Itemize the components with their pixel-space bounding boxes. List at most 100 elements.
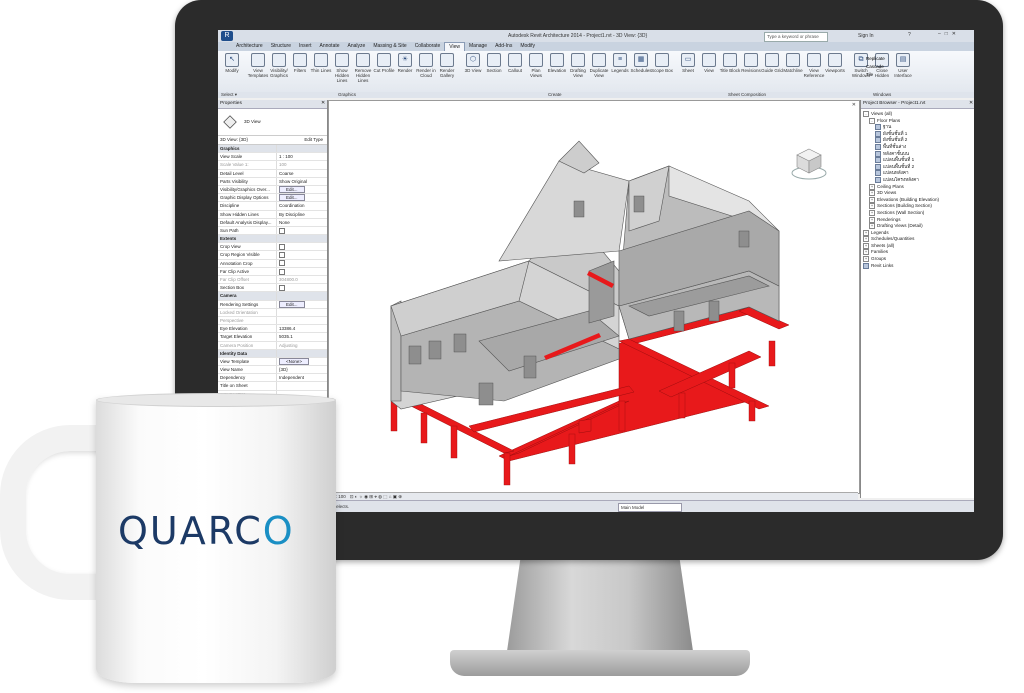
- view-reference-button[interactable]: View Reference: [803, 53, 825, 78]
- schedules-button[interactable]: ▦ Schedules: [630, 53, 652, 73]
- search-input[interactable]: Type a keyword or phrase: [764, 32, 828, 42]
- browser-node[interactable]: + Ceiling Plans: [863, 183, 974, 191]
- expand-icon[interactable]: +: [863, 236, 869, 243]
- browser-node[interactable]: แปลนหลังคา: [863, 170, 974, 177]
- checkbox-icon[interactable]: [279, 252, 285, 259]
- expand-icon[interactable]: +: [869, 203, 875, 210]
- visibility-graphics-button[interactable]: Visibility/ Graphics: [268, 53, 290, 78]
- close-icon[interactable]: ✕: [969, 100, 973, 108]
- browser-node[interactable]: แปลนพื้นชั้นที่ 1: [863, 157, 974, 164]
- property-checkbox[interactable]: [277, 284, 327, 291]
- browser-node[interactable]: + Sheets (all): [863, 242, 974, 250]
- edit-type-button[interactable]: Edit Type: [304, 136, 323, 144]
- section-button[interactable]: Section: [483, 53, 505, 73]
- matchline-button[interactable]: Matchline: [782, 53, 804, 73]
- browser-node[interactable]: แปลนพื้นชั้นที่ 2: [863, 163, 974, 171]
- browser-node[interactable]: - Floor Plans: [863, 117, 974, 125]
- cascade-button[interactable]: Cascade: [866, 63, 885, 71]
- browser-node[interactable]: + Families: [863, 249, 974, 256]
- tab-collaborate[interactable]: Collaborate: [411, 42, 445, 51]
- tab-structure[interactable]: Structure: [267, 42, 295, 51]
- remove-hidden-lines-button[interactable]: Remove Hidden Lines: [352, 53, 374, 83]
- browser-node[interactable]: + Sections (Wall Section): [863, 209, 974, 217]
- browser-node[interactable]: ผังชั้นชั้นที่ 2: [863, 137, 974, 144]
- close-icon[interactable]: ✕: [321, 100, 325, 108]
- property-value[interactable]: [277, 309, 327, 316]
- checkbox-icon[interactable]: [279, 268, 285, 275]
- browser-node[interactable]: ฐาน: [863, 124, 974, 131]
- browser-node[interactable]: +3D Views: [863, 190, 974, 197]
- property-checkbox[interactable]: [277, 268, 327, 275]
- user-interface-button[interactable]: ▤ User Interface: [892, 53, 914, 78]
- browser-node[interactable]: Revit Links: [863, 262, 974, 270]
- tab-massing-site[interactable]: Massing & Site: [369, 42, 410, 51]
- cut-profile-button[interactable]: Cut Profile: [373, 53, 395, 73]
- sheet-button[interactable]: ▭ Sheet: [677, 53, 699, 73]
- expand-icon[interactable]: +: [863, 242, 869, 249]
- view-button[interactable]: View: [698, 53, 720, 73]
- active-model-dropdown[interactable]: Main Model: [618, 503, 682, 512]
- collapse-icon[interactable]: -: [863, 111, 869, 117]
- help-icon[interactable]: ?: [908, 32, 911, 38]
- property-value[interactable]: 100: [277, 161, 327, 168]
- render-in-cloud-button[interactable]: Render in Cloud: [415, 53, 437, 78]
- render-button[interactable]: ☀ Render: [394, 53, 416, 73]
- browser-node[interactable]: + Elevations (Building Elevation): [863, 196, 974, 204]
- property-value[interactable]: 304800.0: [277, 276, 327, 283]
- expand-icon[interactable]: +: [869, 223, 875, 230]
- type-selector-preview[interactable]: 3D View: [218, 109, 327, 136]
- drafting-view-button[interactable]: Drafting View: [567, 53, 589, 78]
- property-value[interactable]: 5035.1: [277, 333, 327, 340]
- browser-node[interactable]: แปลนโครงหลังคา: [863, 176, 974, 184]
- browser-node[interactable]: + Drafting Views (Detail): [863, 223, 974, 230]
- expand-icon[interactable]: +: [869, 196, 875, 203]
- title-block-button[interactable]: Title Block: [719, 53, 741, 73]
- tab-modify[interactable]: Modify: [516, 42, 539, 51]
- browser-node[interactable]: ผังชั้นชั้นที่ 1: [863, 130, 974, 138]
- checkbox-icon[interactable]: [279, 285, 285, 291]
- property-group[interactable]: Graphics: [218, 145, 327, 154]
- scope-box-button[interactable]: Scope Box: [651, 53, 673, 73]
- render-gallery-button[interactable]: Render Gallery: [436, 53, 458, 78]
- property-checkbox[interactable]: [277, 227, 327, 234]
- property-edit-button[interactable]: <None>: [279, 357, 310, 365]
- property-button-cell[interactable]: <None>: [277, 357, 327, 365]
- property-value[interactable]: 1 : 100: [277, 153, 327, 160]
- tab-architecture[interactable]: Architecture: [232, 42, 267, 51]
- browser-node[interactable]: หลังคาชั้นบน: [863, 150, 974, 158]
- browser-node[interactable]: + Schedules/Quantities: [863, 236, 974, 243]
- view-templates-button[interactable]: View Templates: [247, 53, 269, 78]
- tab-analyze[interactable]: Analyze: [344, 42, 370, 51]
- elevation-button[interactable]: Elevation: [546, 53, 568, 73]
- property-value[interactable]: Adjusting: [277, 342, 327, 349]
- 3d-view-button[interactable]: ⬡ 3D View: [462, 53, 484, 73]
- property-value[interactable]: [277, 317, 327, 324]
- sign-in-button[interactable]: Sign In: [858, 33, 874, 39]
- property-value[interactable]: Coarse: [277, 170, 327, 177]
- property-edit-button[interactable]: Edit...: [279, 194, 305, 202]
- tab-view[interactable]: View: [444, 42, 466, 51]
- property-value[interactable]: [277, 382, 327, 389]
- window-controls[interactable]: –□✕: [938, 31, 960, 37]
- browser-node[interactable]: + Groups: [863, 256, 974, 263]
- property-value[interactable]: None: [277, 219, 327, 226]
- property-value[interactable]: Independent: [277, 374, 327, 381]
- property-edit-button[interactable]: Edit...: [279, 300, 305, 308]
- property-group[interactable]: Identity Data: [218, 349, 327, 358]
- modify-button[interactable]: ↖ Modify: [221, 53, 243, 73]
- property-edit-button[interactable]: Edit...: [279, 185, 305, 193]
- tile-button[interactable]: Tile: [866, 71, 885, 79]
- expand-icon[interactable]: +: [869, 209, 875, 216]
- tab-manage[interactable]: Manage: [465, 42, 491, 51]
- thin-lines-button[interactable]: Thin Lines: [310, 53, 332, 73]
- checkbox-icon[interactable]: [279, 227, 285, 234]
- expand-icon[interactable]: +: [869, 216, 875, 223]
- property-checkbox[interactable]: [277, 243, 327, 251]
- property-value[interactable]: Coordination: [277, 202, 327, 209]
- 3d-viewport[interactable]: ✕: [328, 100, 860, 494]
- duplicate-view-button[interactable]: Duplicate View: [588, 53, 610, 78]
- replicate-button[interactable]: Replicate: [866, 55, 885, 63]
- app-menu-button[interactable]: R: [221, 31, 233, 41]
- expand-icon[interactable]: +: [869, 190, 875, 197]
- property-value[interactable]: Show Original: [277, 178, 327, 185]
